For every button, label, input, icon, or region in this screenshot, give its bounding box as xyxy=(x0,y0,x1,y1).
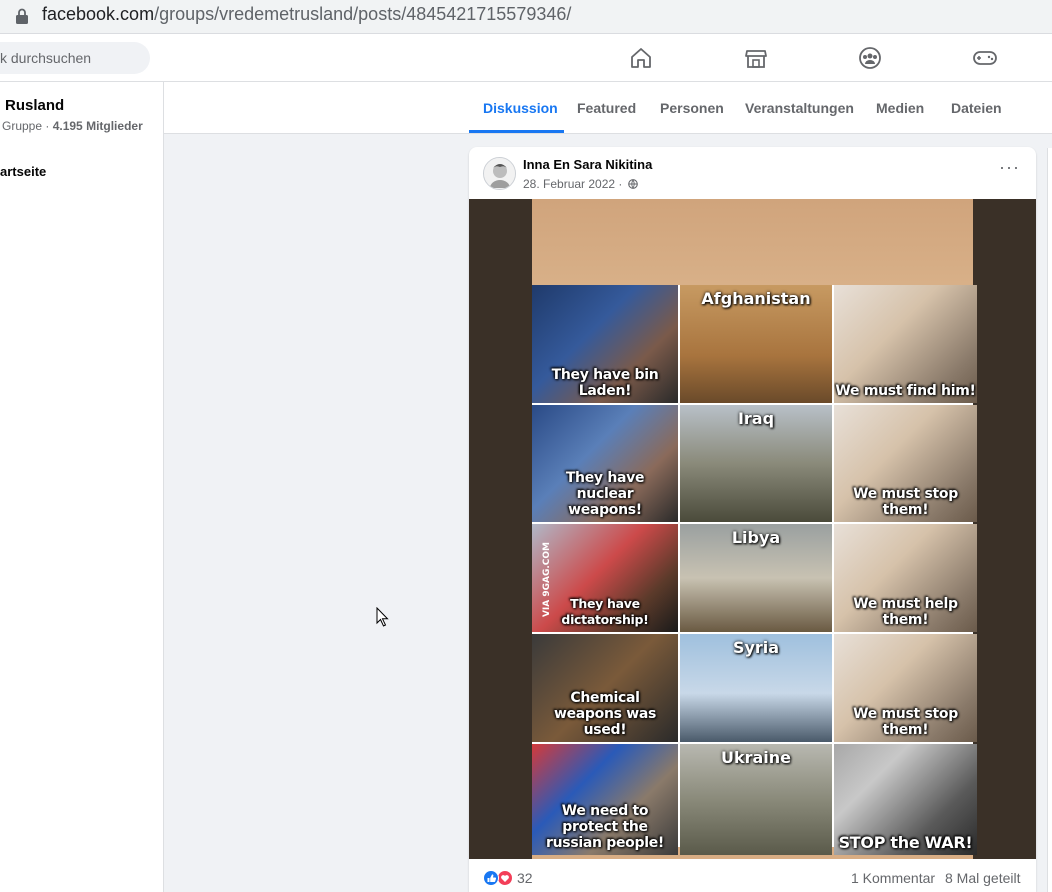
tab-media[interactable]: Medien xyxy=(876,100,924,116)
reaction-count[interactable]: 32 xyxy=(517,870,533,886)
group-name[interactable]: Rusland xyxy=(5,97,64,114)
meme-caption: We must stop them! xyxy=(853,486,958,518)
meme-cell-country: Afghanistan xyxy=(680,285,832,403)
meme-country: Libya xyxy=(731,528,781,547)
group-meta: Gruppe · 4.195 Mitglieder xyxy=(2,119,143,133)
home-icon[interactable] xyxy=(628,45,654,71)
more-options-button[interactable]: ··· xyxy=(999,157,1020,178)
meme-image: They have bin Laden! Afghanistan We must… xyxy=(532,199,977,859)
group-tab-bar: Diskussion Featured Personen Veranstaltu… xyxy=(164,82,1052,134)
post-date-text: 28. Februar 2022 · xyxy=(523,177,626,191)
meme-cell-left: We need to protect the russian people! xyxy=(532,744,678,855)
post-card: Inna En Sara Nikitina 28. Februar 2022 ·… xyxy=(469,147,1036,892)
meme-cell-right: We must stop them! xyxy=(834,405,977,522)
meme-cell-left: VIA 9GAG.COM They have dictatorship! xyxy=(532,524,678,632)
gaming-icon[interactable] xyxy=(972,45,998,71)
search-placeholder: k durchsuchen xyxy=(0,50,92,66)
comment-count[interactable]: 1 Kommentar xyxy=(851,870,935,886)
meme-cell-left: Chemical weapons was used! xyxy=(532,634,678,742)
share-count[interactable]: 8 Mal geteilt xyxy=(945,870,1020,886)
url-text[interactable]: facebook.com/groups/vredemetrusland/post… xyxy=(42,2,571,26)
group-sidebar: Rusland Gruppe · 4.195 Mitglieder artsei… xyxy=(0,82,164,892)
mouse-cursor-icon xyxy=(376,607,389,627)
tab-files[interactable]: Dateien xyxy=(951,100,1002,116)
meme-cell-right: We must stop them! xyxy=(834,634,977,742)
group-type: Gruppe · xyxy=(2,119,53,133)
meme-caption: We must find him! xyxy=(835,383,976,399)
meme-caption: Chemical weapons was used! xyxy=(553,690,657,738)
post-author[interactable]: Inna En Sara Nikitina xyxy=(523,157,652,172)
meme-cell-right: We must find him! xyxy=(834,285,977,403)
post-date[interactable]: 28. Februar 2022 · xyxy=(523,177,638,191)
avatar[interactable] xyxy=(483,157,516,190)
tab-events[interactable]: Veranstaltungen xyxy=(745,100,854,116)
reactions-icon[interactable] xyxy=(483,870,513,886)
meme-grid: They have bin Laden! Afghanistan We must… xyxy=(532,285,977,855)
meme-country: Iraq xyxy=(737,409,775,428)
post-image[interactable]: They have bin Laden! Afghanistan We must… xyxy=(469,199,1036,859)
url-path: /groups/vredemetrusland/posts/4845421715… xyxy=(154,4,572,24)
meme-cell-left: They have nuclear weapons! xyxy=(532,405,678,522)
marketplace-icon[interactable] xyxy=(743,45,769,71)
meme-cell-right: We must help them! xyxy=(834,524,977,632)
globe-icon xyxy=(627,179,638,189)
top-navigation: k durchsuchen xyxy=(0,34,1052,82)
group-members[interactable]: 4.195 Mitglieder xyxy=(53,119,143,133)
meme-caption: They have dictatorship! xyxy=(561,596,649,627)
meme-caption: They have bin Laden! xyxy=(551,367,659,399)
meme-top-band xyxy=(532,199,973,285)
profile-photo-icon xyxy=(484,158,515,189)
meme-country: Ukraine xyxy=(720,748,792,767)
browser-address-bar[interactable]: facebook.com/groups/vredemetrusland/post… xyxy=(0,0,1052,34)
meme-country: Syria xyxy=(732,638,780,657)
meme-caption: STOP the WAR! xyxy=(838,833,973,852)
meme-cell-left: They have bin Laden! xyxy=(532,285,678,403)
meme-cell-country: Syria xyxy=(680,634,832,742)
meme-caption: We need to protect the russian people! xyxy=(546,803,664,851)
meme-cell-country: Iraq xyxy=(680,405,832,522)
tab-featured[interactable]: Featured xyxy=(577,100,636,116)
active-tab-indicator xyxy=(469,130,564,133)
tab-discussion[interactable]: Diskussion xyxy=(483,100,558,116)
meme-cell-right: STOP the WAR! xyxy=(834,744,977,855)
meme-caption: They have nuclear weapons! xyxy=(565,470,645,518)
meme-country: Afghanistan xyxy=(701,289,811,308)
url-host: facebook.com xyxy=(42,4,155,24)
post-footer: 32 1 Kommentar 8 Mal geteilt xyxy=(469,859,1036,892)
sidebar-item-home[interactable]: artseite xyxy=(0,164,46,179)
groups-icon[interactable] xyxy=(857,45,883,71)
right-panel-edge xyxy=(1047,148,1052,892)
lock-icon xyxy=(16,8,28,24)
meme-cell-country: Libya xyxy=(680,524,832,632)
meme-caption: We must help them! xyxy=(853,596,958,628)
meme-caption: We must stop them! xyxy=(853,706,958,738)
tab-people[interactable]: Personen xyxy=(660,100,724,116)
search-input[interactable]: k durchsuchen xyxy=(0,42,150,74)
meme-cell-country: Ukraine xyxy=(680,744,832,855)
